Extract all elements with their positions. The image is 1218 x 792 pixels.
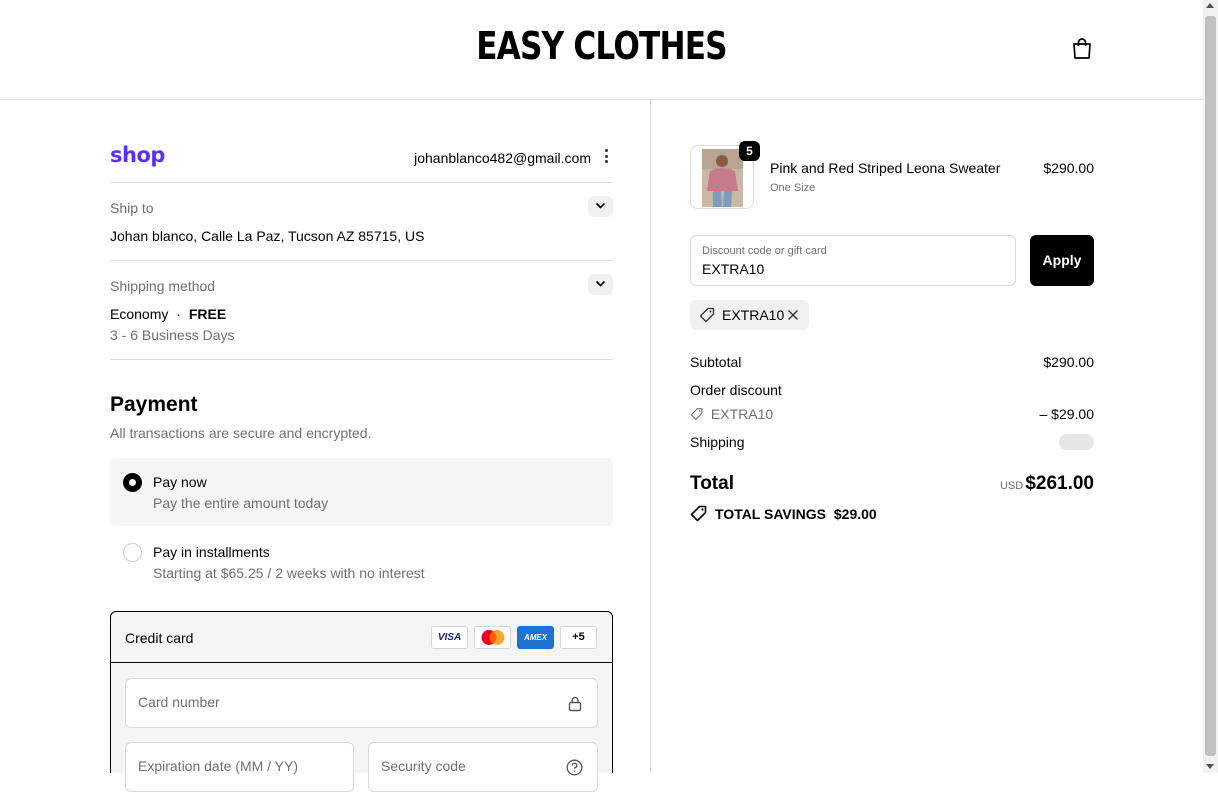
amex-icon: AMEX — [517, 626, 554, 649]
site-header: EASY CLOTHES — [0, 0, 1203, 100]
shipping-method-name: Economy — [110, 306, 169, 322]
visa-icon: VISA — [431, 626, 468, 649]
lock-icon — [568, 696, 582, 712]
applied-code: EXTRA10 — [722, 307, 785, 323]
ship-to-expand-button[interactable] — [588, 196, 613, 217]
shipping-loading-placeholder — [1059, 434, 1094, 450]
credit-card-label: Credit card — [125, 630, 194, 646]
payment-subtitle: All transactions are secure and encrypte… — [110, 425, 372, 441]
mastercard-icon — [474, 626, 511, 649]
chevron-down-icon — [595, 280, 606, 287]
pay-installments-option[interactable]: Pay in installments Starting at $65.25 /… — [110, 530, 613, 590]
option-title: Pay now — [153, 474, 207, 490]
close-icon[interactable] — [787, 309, 799, 321]
expiration-placeholder: Expiration date (MM / YY) — [138, 758, 299, 774]
help-circle-icon[interactable] — [566, 759, 583, 776]
brand-logo[interactable]: EASY CLOTHES — [108, 24, 1094, 68]
tag-icon — [699, 307, 715, 323]
pay-now-radio[interactable] — [123, 473, 142, 492]
separator-dot: · — [176, 306, 181, 322]
total-value: $261.00 — [1025, 473, 1094, 494]
order-discount-label: Order discount — [690, 382, 782, 398]
payment-heading: Payment — [110, 393, 198, 416]
divider — [110, 182, 613, 183]
discount-amount: – $29.00 — [1039, 406, 1095, 422]
tag-icon — [690, 408, 703, 420]
savings-amount: $29.00 — [833, 506, 877, 522]
shipping-method-label: Shipping method — [110, 278, 216, 294]
shipping-method-price: FREE — [188, 306, 227, 322]
pay-installments-radio[interactable] — [123, 543, 142, 562]
chevron-down-icon — [595, 202, 606, 209]
apply-discount-button[interactable]: Apply — [1030, 235, 1094, 286]
scrollbar-thumb[interactable] — [1205, 16, 1216, 756]
credit-card-section: Credit card VISA AMEX +5 Card number Exp… — [110, 611, 613, 792]
applied-discount-chip: EXTRA10 — [690, 300, 809, 330]
option-description: Pay the entire amount today — [153, 495, 329, 511]
page-scrollbar[interactable] — [1203, 0, 1218, 773]
ship-to-label: Ship to — [110, 200, 154, 216]
shopping-bag-icon[interactable] — [1071, 37, 1093, 61]
security-code-placeholder: Security code — [381, 758, 466, 774]
discount-code-input[interactable]: Discount code or gift card EXTRA10 — [690, 235, 1016, 286]
shipping-label: Shipping — [690, 434, 745, 450]
discount-code-name: EXTRA10 — [710, 406, 774, 422]
product-price: $290.00 — [1043, 160, 1094, 176]
quantity-badge: 5 — [739, 141, 760, 161]
product-variant: One Size — [770, 182, 816, 194]
product-photo — [702, 149, 743, 207]
security-code-field[interactable]: Security code — [368, 742, 598, 792]
savings-tag-icon — [690, 505, 707, 522]
ship-to-address: Johan blanco, Calle La Paz, Tucson AZ 85… — [110, 228, 425, 244]
card-number-placeholder: Card number — [138, 694, 220, 710]
card-number-field[interactable]: Card number — [125, 678, 598, 728]
discount-code-row: EXTRA10 — [690, 406, 773, 422]
scroll-down-arrow-icon[interactable] — [1206, 764, 1214, 769]
discount-field-value[interactable]: EXTRA10 — [702, 261, 764, 277]
product-name: Pink and Red Striped Leona Sweater — [770, 160, 1001, 176]
shipping-eta: 3 - 6 Business Days — [110, 327, 235, 343]
divider — [110, 260, 613, 261]
shipping-method-expand-button[interactable] — [588, 274, 613, 295]
account-email: johanblanco482@gmail.com — [414, 150, 591, 166]
subtotal-value: $290.00 — [1043, 354, 1094, 370]
option-title: Pay in installments — [153, 544, 270, 560]
currency-code: USD — [1000, 480, 1024, 492]
total-savings: TOTAL SAVINGS $29.00 — [715, 506, 877, 522]
credit-card-header[interactable]: Credit card VISA AMEX +5 — [111, 612, 612, 663]
subtotal-label: Subtotal — [690, 354, 742, 370]
pay-now-option[interactable]: Pay now Pay the entire amount today — [110, 458, 613, 526]
expiration-date-field[interactable]: Expiration date (MM / YY) — [125, 742, 354, 792]
divider — [110, 359, 613, 360]
discount-field-label: Discount code or gift card — [702, 245, 827, 257]
scroll-up-arrow-icon[interactable] — [1206, 3, 1214, 8]
shop-pay-logo: shop — [110, 143, 165, 167]
kebab-menu-icon[interactable] — [603, 149, 609, 165]
savings-label: TOTAL SAVINGS — [715, 506, 826, 522]
option-description: Starting at $65.25 / 2 weeks with no int… — [153, 565, 425, 581]
more-cards-badge: +5 — [560, 626, 597, 649]
shipping-method-summary: Economy · FREE — [110, 306, 226, 322]
total-label: Total — [690, 473, 734, 494]
